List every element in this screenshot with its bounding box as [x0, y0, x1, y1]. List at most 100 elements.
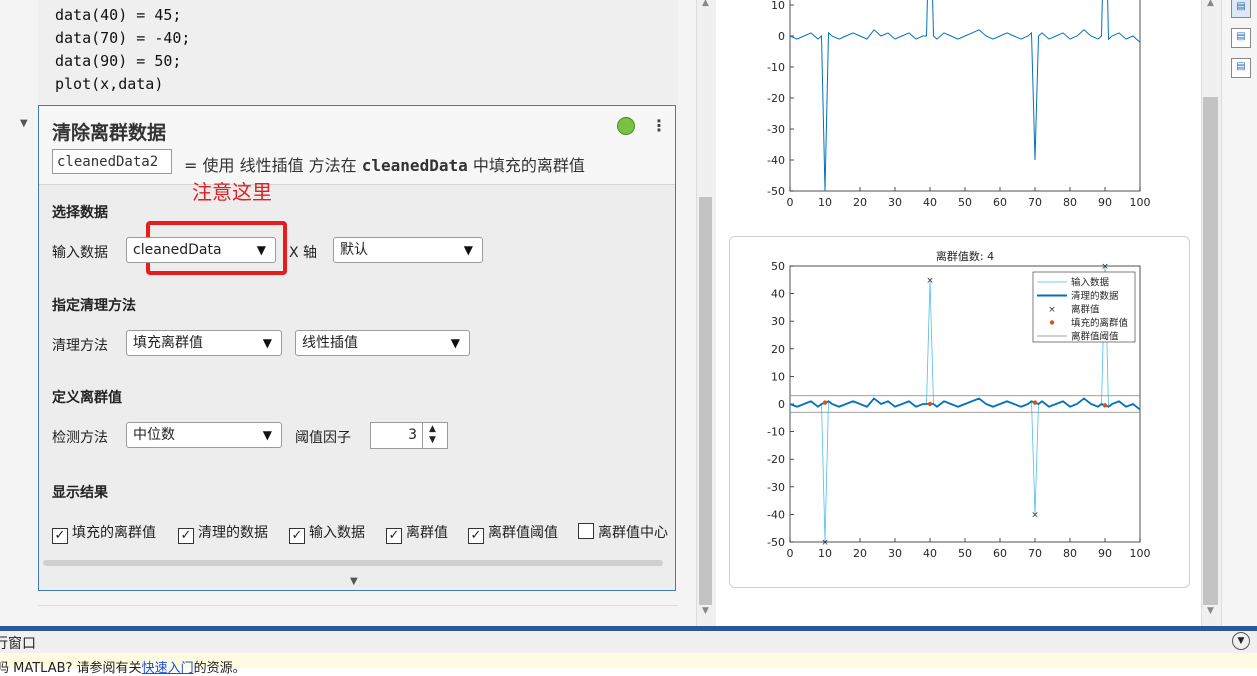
y-tick-label: -50 [767, 185, 785, 198]
y-tick-label: -20 [767, 453, 785, 466]
clean-method-dropdown[interactable]: 填充离群值 ▼ [126, 330, 282, 356]
checkbox-input-data[interactable]: ✓ 输入数据 [289, 522, 365, 544]
y-tick-label: 30 [771, 315, 785, 328]
quick-start-link[interactable]: 快速入门 [142, 661, 194, 676]
increment-icon[interactable]: ▲ [429, 424, 436, 434]
checkbox-label: 离群值中心 [598, 525, 668, 541]
input-data-dropdown[interactable]: cleanedData ▼ [126, 237, 276, 263]
output-variable-field[interactable]: cleanedData2 [52, 149, 172, 174]
y-tick-label: -40 [767, 508, 785, 521]
task-title: 清除离群数据 [52, 122, 167, 144]
detect-method-label: 检测方法 [52, 430, 108, 446]
checkbox-icon[interactable]: ✓ [52, 528, 68, 544]
clean-method-value: 填充离群值 [133, 335, 203, 351]
command-window-header: 行窗口 ▼ [0, 631, 1257, 654]
more-options-icon[interactable]: ⋮ [651, 116, 667, 135]
live-editor-pane: data(40) = 45; data(70) = -40; data(90) … [0, 0, 696, 626]
cleaned-data-chart: 离群值数: 40 10 20 30 40 50 60 70 80 90 10050403020100… [767, 249, 1151, 560]
section-define-outliers: 定义离群值 [52, 390, 122, 406]
summary-variable: cleanedData [361, 156, 468, 175]
command-window-title: 行窗口 [0, 636, 36, 652]
output-right-layout-icon[interactable]: ▤ [1231, 0, 1251, 18]
section-display: 显示结果 [52, 485, 108, 501]
y-tick-label: 10 [771, 370, 785, 383]
checkbox-icon[interactable]: ✓ [468, 528, 484, 544]
horizontal-scrollbar[interactable] [43, 560, 663, 566]
message-prefix: 吗 MATLAB? 请参阅有关 [0, 661, 142, 676]
fill-method-dropdown[interactable]: 线性插值 ▼ [295, 330, 470, 356]
legend-label: 清理的数据 [1071, 290, 1119, 302]
x-tick-label: 20 [853, 547, 867, 560]
spinner-buttons: ▲ ▼ [422, 423, 447, 448]
status-indicator-icon [617, 117, 635, 135]
code-line[interactable]: plot(x,data) [55, 75, 163, 93]
outlier-marker: × [821, 538, 829, 548]
x-tick-label: 70 [1028, 547, 1042, 560]
scroll-down-icon[interactable]: ▼ [702, 606, 709, 616]
hide-code-layout-icon[interactable]: ▤ [1231, 58, 1251, 78]
y-tick-label: -40 [767, 154, 785, 167]
code-line[interactable]: data(90) = 50; [55, 52, 181, 70]
x-tick-label: 50 [958, 196, 972, 209]
x-tick-label: 20 [853, 196, 867, 209]
x-tick-label: 80 [1063, 547, 1077, 560]
scroll-up-icon[interactable]: ▲ [1207, 0, 1214, 8]
checkbox-cleaned-data[interactable]: ✓ 清理的数据 [178, 522, 268, 544]
dropdown-arrow-icon: ▼ [256, 243, 266, 257]
checkbox-label: 离群值阈值 [488, 525, 558, 541]
detect-method-dropdown[interactable]: 中位数 ▼ [126, 422, 282, 448]
x-tick-label: 90 [1098, 547, 1112, 560]
collapse-task-arrow-icon[interactable]: ▼ [20, 118, 28, 129]
x-axis-value: 默认 [340, 242, 368, 258]
checkbox-label: 离群值 [406, 525, 448, 541]
code-line[interactable]: data(70) = -40; [55, 29, 190, 47]
x-tick-label: 90 [1098, 196, 1112, 209]
threshold-value[interactable]: 3 [408, 427, 417, 443]
checkbox-outlier-thresholds[interactable]: ✓ 离群值阈值 [468, 522, 558, 544]
x-tick-label: 50 [958, 547, 972, 560]
checkbox-label: 输入数据 [309, 525, 365, 541]
message-suffix: 的资源。 [193, 661, 246, 676]
x-tick-label: 100 [1130, 547, 1151, 560]
dropdown-arrow-icon: ▼ [262, 336, 272, 350]
checkbox-icon[interactable]: ✓ [386, 528, 402, 544]
y-tick-label: 40 [771, 288, 785, 301]
message-text: 吗 MATLAB? 请参阅有关快速入门的资源。 [0, 657, 246, 676]
output-inline-layout-icon[interactable]: ▤ [1231, 28, 1251, 48]
checkbox-filled-outliers[interactable]: ✓ 填充的离群值 [52, 522, 156, 544]
editor-scroll-thumb[interactable] [699, 197, 712, 605]
y-tick-label: -10 [767, 426, 785, 439]
scroll-up-icon[interactable]: ▲ [702, 0, 709, 8]
fill-method-value: 线性插值 [302, 335, 358, 351]
scroll-down-icon[interactable]: ▼ [1207, 606, 1214, 616]
checkbox-icon[interactable]: ✓ [178, 528, 194, 544]
checkbox-icon[interactable]: ✓ [289, 528, 305, 544]
checkbox-outlier-center[interactable]: 离群值中心 [578, 522, 668, 542]
y-tick-label: 0 [778, 398, 785, 411]
code-block[interactable]: data(40) = 45; data(70) = -40; data(90) … [38, 0, 678, 104]
x-tick-label: 70 [1028, 196, 1042, 209]
code-line[interactable]: data(40) = 45; [55, 6, 181, 24]
checkbox-icon[interactable] [578, 523, 594, 539]
y-tick-label: 20 [771, 343, 785, 356]
expand-arrow-icon[interactable]: ▼ [350, 576, 358, 587]
x-tick-label: 0 [787, 547, 794, 560]
outlier-marker: × [1101, 262, 1109, 272]
dropdown-arrow-icon: ▼ [262, 428, 272, 442]
command-window-menu-icon[interactable]: ▼ [1232, 632, 1250, 650]
threshold-spinner[interactable]: 3 ▲ ▼ [370, 422, 448, 449]
x-axis-dropdown[interactable]: 默认 ▼ [333, 237, 483, 263]
decrement-icon[interactable]: ▼ [429, 435, 436, 445]
y-tick-label: 0 [778, 30, 785, 43]
legend-swatch: × [1048, 305, 1056, 315]
checkbox-outliers[interactable]: ✓ 离群值 [386, 522, 448, 544]
task-summary: = 使用 线性插值 方法在 cleanedData 中填充的离群值 [184, 152, 585, 176]
task-header: 清除离群数据 ⋮ cleanedData2 = 使用 线性插值 方法在 clea… [39, 106, 675, 185]
filled-outlier-marker [1032, 400, 1038, 405]
input-data-value: cleanedData [133, 242, 222, 258]
output-scroll-thumb[interactable] [1203, 97, 1218, 605]
x-tick-label: 30 [888, 196, 902, 209]
view-toolbar: ▤ ▤ ▤ [1221, 0, 1257, 626]
legend-label: 填充的离群值 [1071, 317, 1129, 329]
raw-data-chart: 010203040506070809010020100-10-20-30-40-… [767, 0, 1151, 209]
